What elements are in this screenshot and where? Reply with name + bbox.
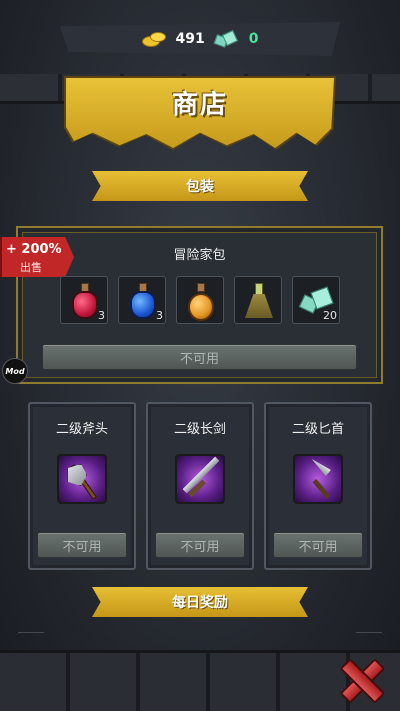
weapon-name: 二级长剑 bbox=[173, 422, 226, 437]
weapon-name: 二级匕首 bbox=[291, 422, 344, 437]
weapon-buy-button[interactable]: 不可用 bbox=[155, 532, 245, 558]
section-ribbon-daily[interactable]: 每日奖励 bbox=[92, 587, 308, 617]
pack-buy-button[interactable]: 不可用 bbox=[42, 344, 357, 370]
gold-coins-icon bbox=[141, 31, 166, 47]
currency-bar: 491 0 bbox=[60, 22, 340, 56]
weapon-name: 二级斧头 bbox=[55, 422, 108, 437]
item-quantity: 3 bbox=[156, 309, 163, 322]
item-quantity: 3 bbox=[98, 309, 105, 322]
sale-percent: + 200% bbox=[6, 242, 62, 257]
section-ribbon-pack: 包装 bbox=[92, 171, 308, 201]
orange-potion-icon bbox=[187, 283, 215, 321]
gem-amount: 0 bbox=[248, 31, 259, 47]
red-potion-icon bbox=[71, 283, 99, 319]
mod-badge[interactable]: Mod bbox=[2, 358, 28, 384]
weapon-buy-button[interactable]: 不可用 bbox=[37, 532, 127, 558]
pack-item-slot[interactable] bbox=[234, 276, 282, 324]
pack-item-slot[interactable]: 3 bbox=[60, 276, 108, 324]
pack-item-slot[interactable]: 3 bbox=[118, 276, 166, 324]
sword-icon bbox=[175, 454, 225, 504]
page-title: 商店 bbox=[171, 90, 228, 120]
weapon-buy-button[interactable]: 不可用 bbox=[273, 532, 363, 558]
item-quantity: 20 bbox=[323, 309, 337, 322]
gems-icon bbox=[213, 30, 239, 48]
pack-item-slot[interactable] bbox=[176, 276, 224, 324]
dagger-icon bbox=[293, 454, 343, 504]
blue-potion-icon bbox=[129, 283, 157, 319]
close-icon[interactable] bbox=[338, 656, 382, 700]
divider-left bbox=[18, 632, 44, 633]
axe-icon bbox=[57, 454, 107, 504]
divider-right bbox=[356, 632, 382, 633]
pack-item-slot[interactable]: 20 bbox=[292, 276, 340, 324]
gold-amount: 491 bbox=[175, 31, 205, 47]
flask-icon bbox=[243, 283, 275, 319]
sale-label: 出售 bbox=[20, 261, 42, 274]
